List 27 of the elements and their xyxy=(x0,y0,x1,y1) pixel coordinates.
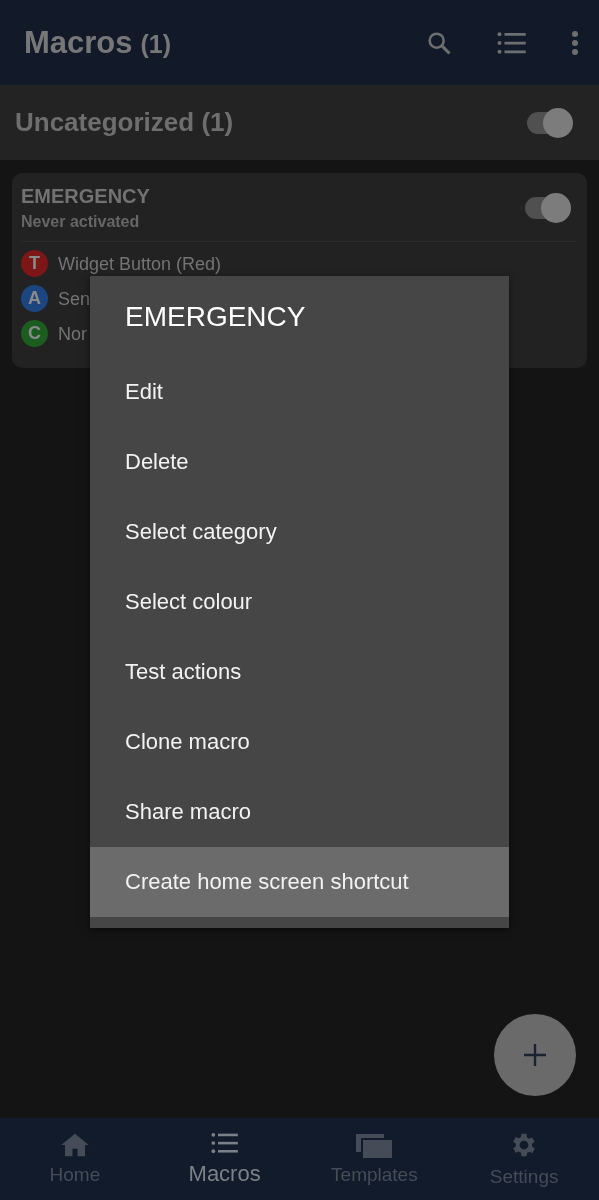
category-name: Uncategorized xyxy=(15,107,195,137)
menu-icon[interactable] xyxy=(571,29,579,56)
menu-item[interactable]: Select colour xyxy=(90,567,509,637)
menu-item[interactable]: Share macro xyxy=(90,777,509,847)
list-icon xyxy=(210,1131,239,1155)
menu-title: EMERGENCY xyxy=(124,299,307,334)
list-icon[interactable] xyxy=(497,29,527,56)
menu-item[interactable]: Test actions xyxy=(90,637,509,707)
badge-icon: A xyxy=(21,285,48,312)
macro-name: EMERGENCY xyxy=(21,185,150,208)
menu-item[interactable]: Delete xyxy=(90,427,509,497)
macro-count: (1) xyxy=(140,29,172,59)
menu-item[interactable]: Select category xyxy=(90,497,509,567)
badge-icon: T xyxy=(21,250,48,277)
menu-item[interactable]: Create home screen shortcut xyxy=(90,847,509,917)
macro-step: Sen xyxy=(58,288,91,309)
nav-tab[interactable]: Macros xyxy=(149,1118,300,1200)
home-icon xyxy=(59,1132,90,1158)
app-title: Macros xyxy=(24,24,133,61)
stacked-windows-icon xyxy=(356,1132,393,1158)
badge-icon: C xyxy=(21,320,48,347)
category-count: (1) xyxy=(201,107,234,137)
macro-step: Widget Button (Red) xyxy=(58,253,222,274)
macro-step: Nor xyxy=(58,323,87,344)
plus-icon xyxy=(524,1044,546,1066)
menu-item[interactable]: Clone macro xyxy=(90,707,509,777)
macro-status: Never activated xyxy=(21,213,141,231)
